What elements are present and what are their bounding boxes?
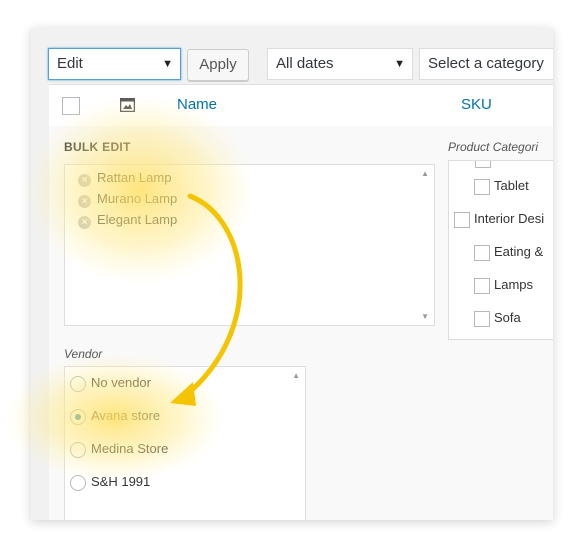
remove-circle-icon[interactable]: × <box>78 216 91 229</box>
product-categories-title: Product Categori <box>448 140 539 154</box>
vendor-option[interactable]: S&H 1991 <box>70 474 150 491</box>
bulk-edit-items-list[interactable]: × Rattan Lamp × Murano Lamp × Elegant Lamp … <box>64 164 435 326</box>
category-filter-select[interactable]: Select a category <box>419 48 553 80</box>
dates-filter-select[interactable]: All dates ▼ <box>267 48 413 80</box>
chevron-down-icon: ▼ <box>162 58 173 70</box>
column-name-header[interactable]: Name <box>177 96 217 113</box>
category-item[interactable]: Eating & <box>474 244 543 261</box>
bulk-item: × Murano Lamp <box>78 191 177 208</box>
select-all-checkbox[interactable] <box>62 97 80 115</box>
bulk-edit-panel: BULK EDIT × Rattan Lamp × Murano Lamp × Ele… <box>49 126 553 520</box>
category-label: Sofa <box>494 310 521 325</box>
bulk-item-label: Murano Lamp <box>97 191 178 206</box>
vendor-radio-selected[interactable] <box>70 408 86 425</box>
bulk-item: × Rattan Lamp <box>78 170 171 187</box>
category-label: Tablet <box>494 178 529 193</box>
category-label: Interior Desi <box>474 211 545 226</box>
vendor-option-label: No vendor <box>91 375 151 390</box>
category-item[interactable]: Tablet <box>474 178 529 195</box>
category-checkbox[interactable] <box>454 211 470 228</box>
bulk-action-value: Edit <box>57 55 83 72</box>
vendor-options-list[interactable]: No vendor Avana store Medina Store S&H 1… <box>64 366 306 520</box>
dates-filter-value: All dates <box>276 55 334 72</box>
bulk-item-label: Elegant Lamp <box>97 212 178 227</box>
vendor-title: Vendor <box>64 347 103 361</box>
category-checkbox[interactable] <box>474 178 490 195</box>
vendor-option-label: Medina Store <box>91 441 169 456</box>
vendor-radio[interactable] <box>70 375 86 392</box>
category-checkbox[interactable] <box>474 244 490 261</box>
vendor-option[interactable]: Avana store <box>70 408 160 425</box>
category-checkbox[interactable] <box>475 161 491 168</box>
vendor-option[interactable]: Medina Store <box>70 441 168 458</box>
category-filter-value: Select a category <box>428 55 544 72</box>
column-sku-header[interactable]: SKU <box>461 96 492 113</box>
bulk-action-select[interactable]: Edit ▼ <box>48 48 181 80</box>
bulk-item: × Elegant Lamp <box>78 212 177 229</box>
scroll-down-icon[interactable]: ▼ <box>421 312 429 321</box>
category-checkbox[interactable] <box>474 310 490 327</box>
table-header: Name SKU <box>49 84 553 128</box>
image-icon <box>120 98 135 112</box>
bulk-edit-title: BULK EDIT <box>64 140 131 154</box>
category-label: Lamps <box>494 277 534 292</box>
admin-panel-frame: Edit ▼ Apply All dates ▼ Select a catego… <box>31 28 553 520</box>
vendor-option[interactable]: No vendor <box>70 375 151 392</box>
category-checkbox[interactable] <box>474 277 490 294</box>
chevron-down-icon: ▼ <box>394 58 405 70</box>
remove-circle-icon[interactable]: × <box>78 174 91 187</box>
apply-button[interactable]: Apply <box>187 49 249 81</box>
vendor-option-label: S&H 1991 <box>91 474 151 489</box>
remove-circle-icon[interactable]: × <box>78 195 91 208</box>
category-item[interactable]: Sofa <box>474 310 521 327</box>
scroll-up-icon[interactable]: ▲ <box>292 371 300 380</box>
product-categories-list[interactable]: Tablet Interior Desi Eating & Lamps Sofa <box>448 160 553 340</box>
category-item[interactable]: Interior Desi <box>454 211 544 228</box>
scroll-up-icon[interactable]: ▲ <box>421 169 429 178</box>
vendor-radio[interactable] <box>70 441 86 458</box>
vendor-option-label: Avana store <box>91 408 161 423</box>
category-label: Eating & <box>494 244 544 259</box>
vendor-radio[interactable] <box>70 474 86 491</box>
category-item[interactable]: Lamps <box>474 277 533 294</box>
bulk-item-label: Rattan Lamp <box>97 170 172 185</box>
